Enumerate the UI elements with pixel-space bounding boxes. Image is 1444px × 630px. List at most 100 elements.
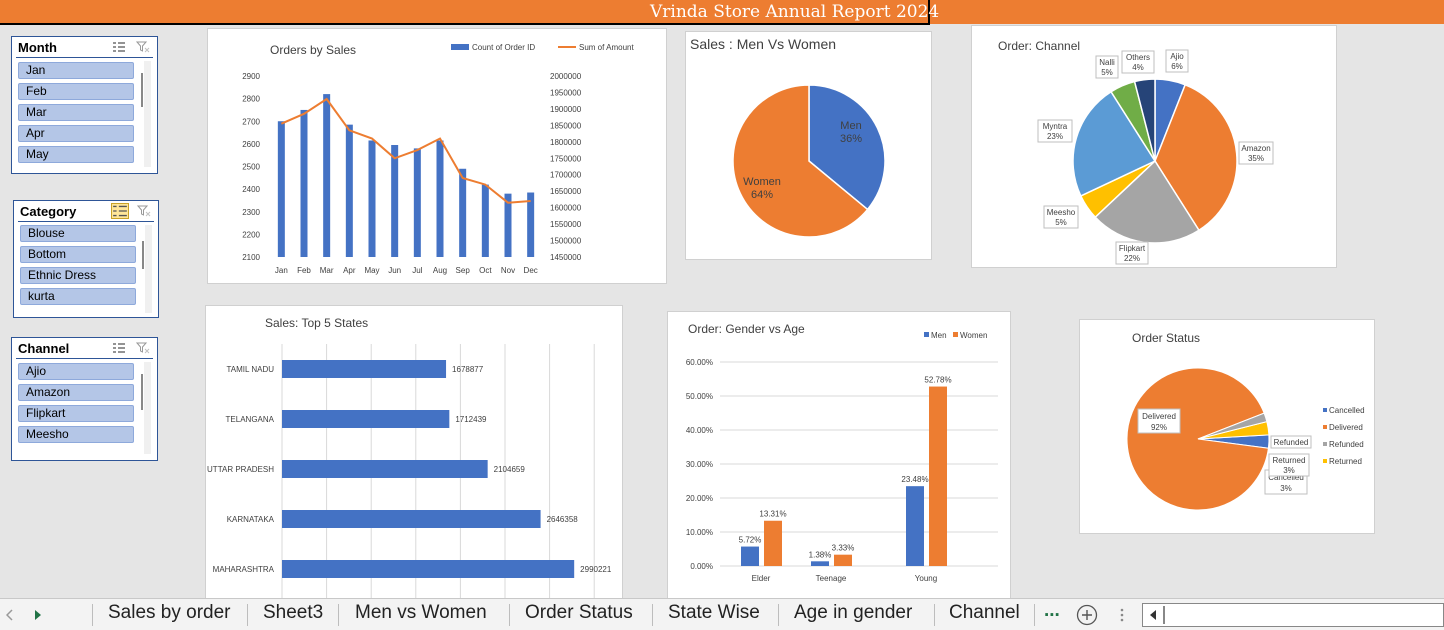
slicer-scrollbar[interactable]: [145, 225, 152, 313]
bar-value-label: 3.33%: [832, 544, 855, 553]
clear-filter-icon[interactable]: [136, 342, 150, 354]
callout-percent: 6%: [1171, 62, 1183, 71]
slicer-item-mar[interactable]: Mar: [18, 104, 134, 121]
x-tick: Oct: [479, 266, 492, 275]
slicer-item-feb[interactable]: Feb: [18, 83, 134, 100]
slicer-item-jan[interactable]: Jan: [18, 62, 134, 79]
tab-separator: [92, 604, 93, 626]
slicer-item-blouse[interactable]: Blouse: [20, 225, 136, 242]
callout-category: Delivered: [1142, 412, 1176, 421]
report-title: Vrinda Store Annual Report 2024: [650, 2, 940, 22]
slicer-item-ethnic-dress[interactable]: Ethnic Dress: [20, 267, 136, 284]
bar-count: [368, 140, 376, 257]
y-category: TAMIL NADU: [226, 365, 274, 374]
gender-vs-age-chart[interactable]: Order: Gender vs Age Men Women 60.00% 50.00%…: [667, 311, 1011, 599]
legend-label: Cancelled: [1329, 406, 1365, 415]
sheet-tab-men-vs-women[interactable]: Men vs Women: [355, 602, 487, 624]
y-tick-right: 1550000: [550, 220, 582, 229]
more-tabs-button[interactable]: ...: [1044, 600, 1060, 622]
slicer-item-apr[interactable]: Apr: [18, 125, 134, 142]
x-tick: Nov: [501, 266, 515, 275]
slicer-scrollbar[interactable]: [144, 362, 151, 454]
category-slicer[interactable]: Category Blouse Bottom Ethnic Dress kurta: [13, 200, 159, 318]
x-tick: Mar: [320, 266, 334, 275]
slicer-scroll-thumb[interactable]: [141, 73, 143, 107]
sheet-tab-sheet3[interactable]: Sheet3: [263, 602, 323, 624]
sheet-tab-order-status[interactable]: Order Status: [525, 602, 633, 624]
x-tick: Dec: [524, 266, 538, 275]
orders-by-sales-chart[interactable]: Orders by Sales Count of Order ID Sum of A…: [207, 28, 667, 284]
bar-value-label: 1678877: [452, 365, 484, 374]
channel-slicer[interactable]: Channel Ajio Amazon Flipkart Meesho: [11, 337, 158, 461]
slicer-item-meesho[interactable]: Meesho: [18, 426, 134, 443]
bar-value-label: 1.38%: [809, 550, 832, 559]
callout-category: Others: [1126, 53, 1150, 62]
slicer-scrollbar[interactable]: [144, 61, 151, 167]
clear-filter-icon[interactable]: [137, 205, 151, 217]
callout-percent: 4%: [1132, 63, 1144, 72]
scrollbar-thumb[interactable]: [1163, 606, 1165, 624]
bar-men: [741, 546, 759, 566]
order-status-chart[interactable]: Order Status Delivered 92% Refunded Cancelle…: [1079, 319, 1375, 534]
slicer-scroll-thumb[interactable]: [141, 374, 143, 410]
slicer-item-bottom[interactable]: Bottom: [20, 246, 136, 263]
bar-women: [764, 520, 782, 566]
callout-category: Meesho: [1047, 208, 1076, 217]
sheet-tab-sales-by-order[interactable]: Sales by order: [108, 602, 231, 624]
bar-count: [413, 148, 421, 257]
sheet-tab-age-in-gender[interactable]: Age in gender: [794, 602, 912, 624]
month-slicer[interactable]: Month Jan Feb Mar Apr May: [11, 36, 158, 174]
y-tick: 60.00%: [686, 358, 713, 367]
order-channel-chart[interactable]: Order: Channel Ajio 6% Amazon 35% Flipkart 22%…: [971, 25, 1337, 268]
add-sheet-icon[interactable]: [1076, 604, 1098, 626]
tab-separator: [652, 604, 653, 626]
legend-label: Sum of Amount: [579, 43, 634, 52]
callout-category: Flipkart: [1119, 244, 1146, 253]
clear-filter-icon[interactable]: [136, 41, 150, 53]
y-tick-right: 1650000: [550, 187, 582, 196]
chart-title: Order Status: [1132, 331, 1200, 345]
slicer-title: Category: [20, 204, 77, 219]
callout-percent: 92%: [1151, 423, 1167, 432]
callout-percent: 35%: [1248, 154, 1264, 163]
slicer-item-may[interactable]: May: [18, 146, 134, 163]
callout-category: Myntra: [1043, 122, 1068, 131]
callout-percent: 23%: [1047, 132, 1063, 141]
x-tick: Aug: [433, 266, 447, 275]
bar: [282, 560, 575, 578]
scroll-right-icon[interactable]: [34, 609, 42, 621]
callout-category: Ajio: [1170, 52, 1184, 61]
bar-value-label: 2990221: [580, 565, 612, 574]
slicer-item-ajio[interactable]: Ajio: [18, 363, 134, 380]
y-tick-right: 1900000: [550, 105, 582, 114]
splitter-handle-icon[interactable]: [1120, 607, 1124, 623]
legend-label: Women: [960, 331, 987, 340]
slice-label: Men: [840, 120, 861, 132]
slice-label: Women: [743, 176, 781, 188]
y-category: KARNATAKA: [227, 515, 275, 524]
sheet-tab-channel[interactable]: Channel: [949, 602, 1020, 624]
multi-select-icon[interactable]: [112, 342, 126, 354]
bar: [282, 410, 450, 428]
slicer-scroll-thumb[interactable]: [142, 241, 144, 269]
sheet-tab-state-wise[interactable]: State Wise: [668, 602, 760, 624]
x-tick: Teenage: [816, 574, 847, 583]
y-category: MAHARASHTRA: [213, 565, 275, 574]
y-tick-right: 1950000: [550, 88, 582, 97]
horizontal-scrollbar[interactable]: [1142, 603, 1444, 627]
multi-select-icon[interactable]: [112, 41, 126, 53]
y-tick-left: 2300: [242, 208, 260, 217]
bar-count: [436, 140, 444, 257]
slicer-item-flipkart[interactable]: Flipkart: [18, 405, 134, 422]
multi-select-icon[interactable]: [111, 203, 129, 219]
scroll-left-icon[interactable]: [6, 609, 14, 621]
bar-value-label: 52.78%: [924, 376, 951, 385]
y-tick-right: 1700000: [550, 171, 582, 180]
chart-title: Order: Gender vs Age: [688, 322, 805, 336]
scrollbar-left-arrow-icon[interactable]: [1149, 609, 1157, 621]
top-states-chart[interactable]: Sales: Top 5 States TAMIL NADU 1678877 TELA…: [205, 305, 623, 600]
slicer-item-amazon[interactable]: Amazon: [18, 384, 134, 401]
slicer-item-kurta[interactable]: kurta: [20, 288, 136, 305]
men-vs-women-chart[interactable]: Sales : Men Vs Women Men 36% Women 64%: [685, 31, 932, 260]
bar-count: [323, 94, 331, 257]
